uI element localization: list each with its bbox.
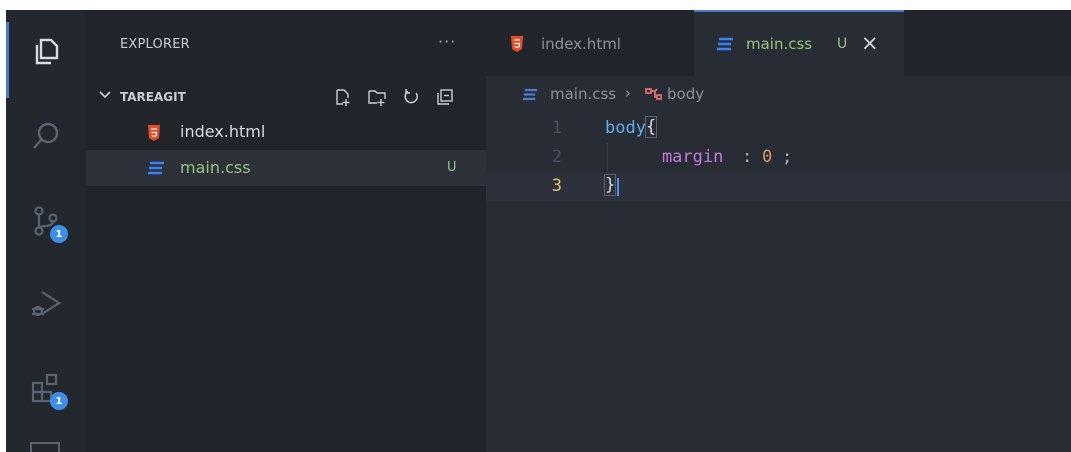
indent-guide [607, 143, 608, 172]
breadcrumb-separator: › [625, 84, 631, 102]
new-folder-icon [368, 90, 386, 106]
activity-active-indicator [6, 22, 9, 98]
editor-area: index.html main.css U × main.css › body … [486, 10, 1071, 452]
file-item-index-html[interactable]: index.html [86, 114, 486, 150]
selector-token: body [605, 118, 646, 138]
line-number: 3 [551, 176, 562, 196]
property-token: margin [621, 147, 724, 167]
tab-label: index.html [541, 35, 621, 53]
close-tab-button[interactable]: × [861, 31, 879, 55]
vscode-window: 1 1 EXPLORER ··· TAREAGIT index.html mai… [6, 10, 1071, 452]
code-line-current: 3 } [486, 172, 1071, 201]
brace-token: } [603, 174, 617, 196]
file-item-main-css[interactable]: main.css U [86, 150, 486, 186]
css3-icon [717, 37, 733, 51]
tab-main-css[interactable]: main.css U × [694, 10, 904, 76]
source-control-activity-button[interactable]: 1 [20, 195, 72, 247]
accounts-icon[interactable] [30, 442, 60, 452]
text-cursor [617, 178, 619, 196]
activity-bar: 1 1 [6, 10, 86, 452]
explorer-sidebar: EXPLORER ··· TAREAGIT index.html main.cs… [86, 10, 486, 452]
sidebar-header: EXPLORER ··· [86, 10, 486, 76]
collapse-all-icon [437, 89, 453, 105]
folder-header[interactable]: TAREAGIT [86, 82, 486, 112]
line-number: 2 [551, 147, 562, 167]
breadcrumb: main.css › body [486, 76, 1071, 112]
html5-icon [511, 36, 523, 52]
breadcrumb-file[interactable]: main.css [550, 85, 616, 103]
chevron-down-icon [99, 91, 111, 99]
brace-token: { [644, 116, 658, 138]
new-folder-button[interactable] [366, 86, 388, 108]
code-line: 2 margin : 0 ; [486, 143, 1071, 172]
new-file-button[interactable] [332, 86, 354, 108]
untracked-status-badge: U [447, 160, 457, 175]
file-label: index.html [180, 122, 266, 141]
source-control-badge: 1 [50, 225, 68, 243]
run-debug-activity-button[interactable] [20, 278, 72, 330]
new-file-icon [336, 89, 350, 106]
number-token: 0 [762, 147, 773, 167]
explorer-activity-button[interactable] [20, 25, 72, 77]
tab-index-html[interactable]: index.html [486, 10, 694, 76]
line-number: 1 [551, 118, 562, 138]
colon-token: : [742, 147, 763, 167]
folder-name: TAREAGIT [120, 90, 186, 104]
collapse-all-button[interactable] [434, 86, 456, 108]
extensions-activity-button[interactable]: 1 [20, 362, 72, 414]
tab-label: main.css [746, 35, 813, 53]
search-activity-button[interactable] [20, 110, 72, 162]
semicolon-token: ; [782, 147, 793, 167]
symbol-class-icon [645, 88, 662, 100]
files-icon [35, 38, 59, 65]
tab-bar: index.html main.css U × [486, 10, 1071, 76]
run-debug-icon [32, 291, 62, 317]
extensions-badge: 1 [50, 392, 68, 410]
code-line: 1 body { [486, 114, 1071, 143]
css3-icon [148, 161, 164, 175]
refresh-icon [404, 89, 418, 104]
css3-icon [522, 88, 538, 101]
tab-status-badge: U [837, 36, 848, 52]
file-label: main.css [180, 158, 251, 177]
sidebar-title: EXPLORER [120, 37, 190, 52]
html5-icon [148, 125, 160, 141]
search-icon [33, 122, 59, 149]
breadcrumb-symbol[interactable]: body [667, 85, 704, 103]
refresh-button[interactable] [400, 86, 422, 108]
more-actions-button[interactable]: ··· [438, 32, 456, 51]
